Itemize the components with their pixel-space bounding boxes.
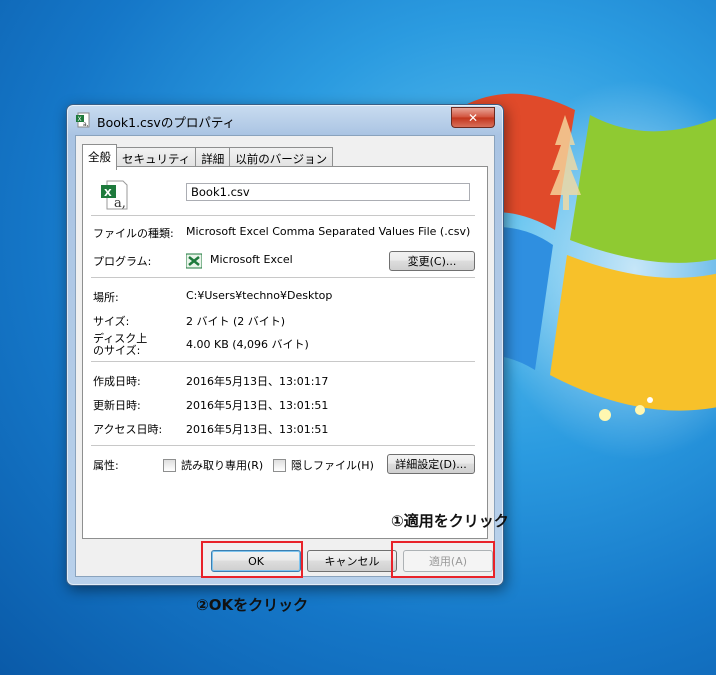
location-value: C:¥Users¥techno¥Desktop: [186, 289, 333, 302]
window-title: Book1.csvのプロパティ: [97, 115, 236, 130]
checkbox-box[interactable]: [163, 458, 176, 472]
accessed-label: アクセス日時:: [93, 423, 163, 436]
program-label: プログラム:: [93, 255, 152, 268]
svg-text:X: X: [104, 188, 112, 199]
change-program-button[interactable]: 変更(C)...: [389, 251, 475, 271]
created-value: 2016年5月13日、13:01:17: [186, 375, 329, 388]
svg-text:a,: a,: [114, 196, 126, 211]
tab-general[interactable]: 全般: [82, 144, 117, 170]
accessed-value: 2016年5月13日、13:01:51: [186, 423, 329, 436]
attributes-label: 属性:: [93, 459, 119, 472]
advanced-button[interactable]: 詳細設定(D)...: [387, 454, 475, 474]
svg-text:a,: a,: [83, 121, 89, 128]
csv-file-icon: X a,: [101, 180, 128, 211]
tab-strip: 全般 セキュリティ 詳細 以前のバージョン: [82, 144, 334, 170]
modified-value: 2016年5月13日、13:01:51: [186, 399, 329, 412]
ok-highlight-box: [201, 541, 303, 578]
readonly-checkbox[interactable]: 読み取り専用(R): [163, 457, 263, 473]
disk-size-label-line2: のサイズ:: [93, 344, 141, 357]
size-label: サイズ:: [93, 315, 130, 328]
close-button[interactable]: ✕: [451, 107, 495, 128]
divider: [91, 445, 475, 446]
filename-field[interactable]: [186, 183, 470, 201]
hidden-checkbox[interactable]: 隠しファイル(H): [273, 457, 374, 473]
apply-highlight-box: [391, 541, 495, 578]
divider: [91, 215, 475, 216]
hidden-label: 隠しファイル(H): [291, 459, 374, 472]
checkbox-box[interactable]: [273, 458, 286, 472]
readonly-label: 読み取り専用(R): [181, 459, 264, 472]
excel-app-icon: [186, 253, 202, 269]
cancel-button[interactable]: キャンセル: [307, 550, 397, 572]
close-icon: ✕: [467, 110, 479, 125]
divider: [91, 277, 475, 278]
size-value: 2 バイト (2 バイト): [186, 315, 286, 328]
file-type-value: Microsoft Excel Comma Separated Values F…: [186, 225, 471, 238]
divider: [91, 361, 475, 362]
step1-instruction: ①適用をクリック: [391, 512, 509, 530]
location-label: 場所:: [93, 291, 119, 304]
program-value: Microsoft Excel: [210, 253, 293, 266]
title-bar[interactable]: X a, Book1.csvのプロパティ ✕: [67, 105, 503, 135]
svg-text:X: X: [78, 116, 82, 123]
file-type-label: ファイルの種類:: [93, 227, 174, 240]
disk-size-value: 4.00 KB (4,096 バイト): [186, 338, 309, 351]
created-label: 作成日時:: [93, 375, 141, 388]
modified-label: 更新日時:: [93, 399, 141, 412]
excel-csv-file-icon: X a,: [76, 112, 90, 128]
step2-instruction: ②OKをクリック: [196, 596, 309, 614]
general-tab-panel: X a, ファイルの種類: Microsoft Excel Comma Sepa…: [82, 166, 488, 539]
